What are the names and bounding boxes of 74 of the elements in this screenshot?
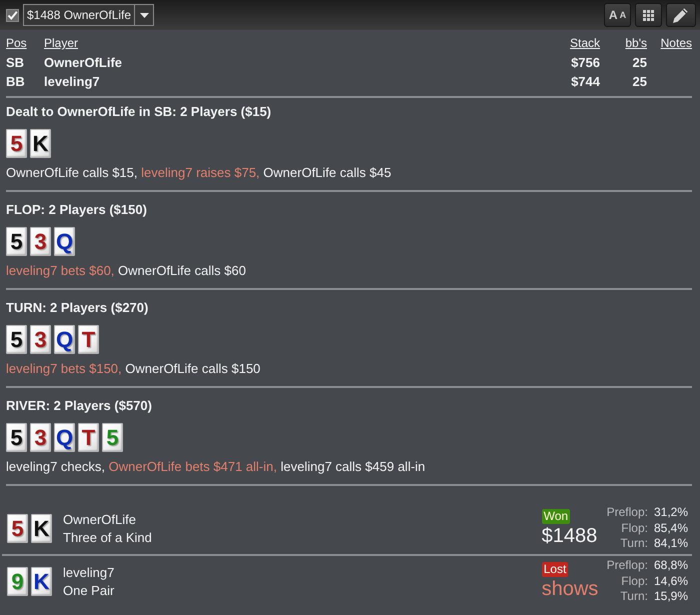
equity-value: 68,8% (654, 558, 688, 574)
checkbox[interactable] (6, 8, 19, 22)
street-title: FLOP: 2 Players ($150) (6, 201, 148, 219)
pencil-icon (673, 7, 689, 23)
playing-card: 3 (30, 227, 51, 256)
table-cell-text: BB (6, 73, 26, 91)
playing-card: 5 (6, 423, 27, 452)
action-text: OwnerOfLife calls $15, (6, 165, 138, 180)
playing-card: 5 (7, 514, 28, 543)
street-title: RIVER: 2 Players ($570) (6, 397, 153, 415)
column-header[interactable]: Notes (660, 36, 692, 50)
player-dropdown[interactable]: $1488 OwnerOfLife (23, 4, 154, 26)
playing-card: 9 (7, 567, 28, 596)
playing-card: Q (54, 423, 75, 452)
column-header[interactable]: Player (44, 36, 78, 50)
result-amount: $1488 (542, 524, 598, 548)
playing-card: 5 (6, 129, 27, 158)
result-amount: shows (542, 577, 598, 601)
action-text: leveling7 bets $60, (6, 263, 114, 278)
playing-card: 3 (30, 423, 51, 452)
result-badge: Won (542, 509, 570, 524)
check-icon (7, 10, 18, 20)
playing-card: 3 (30, 325, 51, 354)
column-header[interactable]: Stack (570, 36, 600, 50)
playing-card: Q (54, 227, 75, 256)
grid-icon (643, 10, 654, 20)
table-cell-text: leveling7 (44, 73, 101, 91)
action-text: OwnerOfLife calls $60 (118, 263, 246, 278)
action-text: OwnerOfLife calls $45 (263, 165, 392, 180)
equity-value: 31,2% (654, 505, 688, 521)
table-cell-text: SB (6, 54, 26, 72)
edit-button[interactable] (666, 3, 696, 27)
equity-value: 85,4% (654, 520, 688, 536)
playing-card: 5 (6, 325, 27, 354)
table-cell-text: $744 (570, 73, 600, 91)
equity-label: Turn: (619, 536, 648, 552)
table-cell-text: 25 (632, 54, 647, 72)
player-name: leveling7 (63, 564, 114, 582)
equity-label: Flop: (620, 520, 648, 536)
playing-card: K (30, 129, 51, 158)
equity-label: Preflop: (606, 558, 648, 574)
playing-card: Q (54, 325, 75, 354)
action-text: leveling7 bets $150, (6, 361, 122, 376)
playing-card: T (78, 423, 99, 452)
action-text: OwnerOfLife bets $471 all-in, (108, 459, 277, 474)
equity-value: 15,9% (654, 589, 688, 605)
table-cell-text: $756 (570, 54, 600, 72)
caret-icon[interactable] (140, 12, 149, 18)
playing-card: K (31, 514, 52, 543)
playing-card: 5 (6, 227, 27, 256)
player-name: OwnerOfLife (63, 510, 136, 528)
playing-card: T (78, 325, 99, 354)
text-size-button[interactable]: A A (604, 3, 631, 27)
table-cell-text: OwnerOfLife (44, 54, 124, 72)
equity-label: Turn: (619, 589, 648, 605)
action-text: leveling7 checks, (6, 459, 105, 474)
equity-label: Preflop: (606, 505, 648, 521)
street-title: Dealt to OwnerOfLife in SB: 2 Players ($15) (6, 103, 272, 121)
equity-label: Flop: (620, 574, 648, 590)
hand-rank: One Pair (63, 582, 114, 600)
equity-value: 14,6% (654, 574, 688, 590)
playing-card: K (31, 567, 52, 596)
grid-button[interactable] (635, 3, 662, 27)
table-cell-text: 25 (632, 73, 647, 91)
column-header[interactable]: Pos (6, 36, 27, 50)
action-text: OwnerOfLife calls $150 (125, 361, 260, 376)
playing-card: 5 (102, 423, 123, 452)
hand-rank: Three of a Kind (63, 528, 152, 546)
street-title: TURN: 2 Players ($270) (6, 299, 150, 317)
result-badge: Lost (542, 562, 568, 577)
column-header[interactable]: bb's (625, 36, 647, 50)
equity-value: 84,1% (654, 536, 688, 552)
action-text: leveling7 calls $459 all-in (280, 459, 426, 474)
action-text: leveling7 raises $75, (141, 165, 260, 180)
